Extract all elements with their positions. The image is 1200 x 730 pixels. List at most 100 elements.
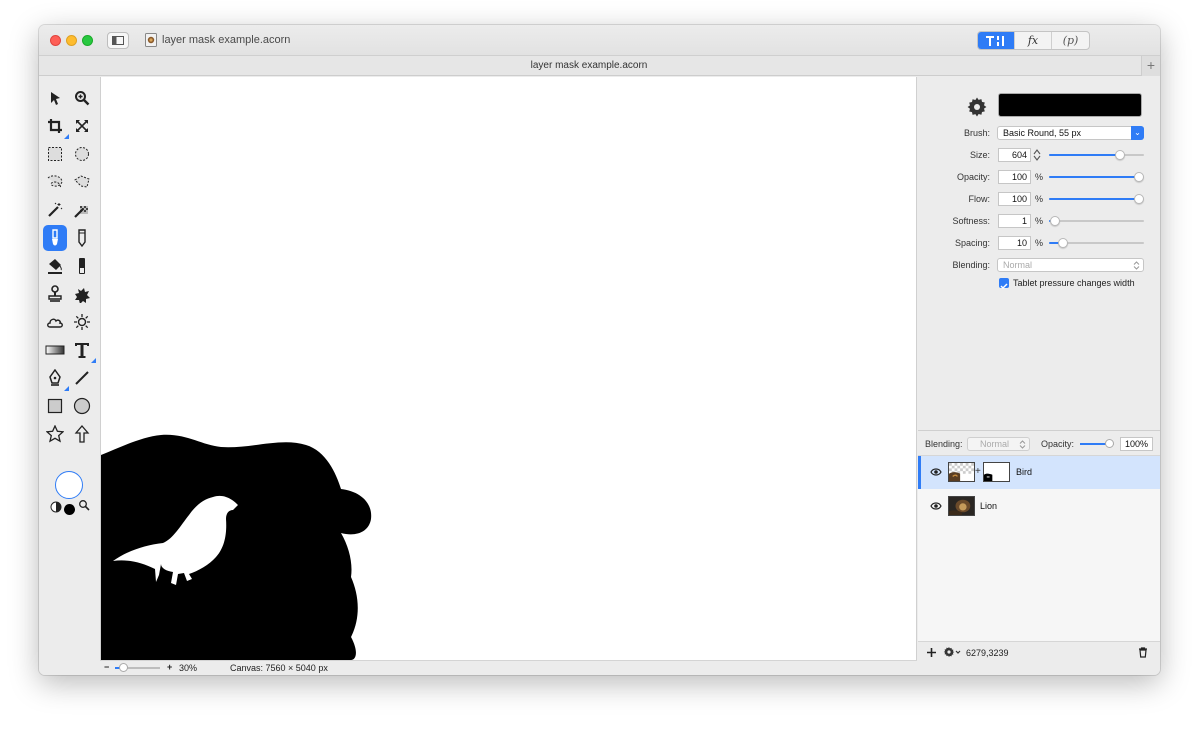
tools-inspector-segment[interactable]: [978, 32, 1015, 49]
layer-opacity-knob[interactable]: [1105, 439, 1114, 448]
tool-palette-icon: [986, 35, 1004, 46]
ellipse-select-tool[interactable]: [71, 143, 93, 165]
layer-mask-thumbnail[interactable]: [983, 462, 1010, 482]
inspector-segmented-control: fx (p): [977, 31, 1090, 50]
magic-wand-tool[interactable]: [44, 199, 66, 221]
title-bar: layer mask example.acorn fx (p): [39, 25, 1160, 56]
line-tool[interactable]: [71, 367, 93, 389]
close-window-button[interactable]: [50, 35, 61, 46]
arrow-shape-tool[interactable]: [71, 423, 93, 445]
rect-select-tool[interactable]: [44, 143, 66, 165]
softness-field[interactable]: 1: [998, 214, 1031, 228]
flow-slider[interactable]: [1049, 194, 1144, 204]
tablet-pressure-checkbox[interactable]: [999, 278, 1009, 290]
flow-label: Flow:: [968, 194, 990, 204]
zoom-window-button[interactable]: [82, 35, 93, 46]
cloud-icon: [47, 318, 63, 328]
square-icon: [47, 398, 63, 414]
zoom-out-button[interactable]: −: [104, 662, 109, 672]
paint-bucket-tool[interactable]: [44, 255, 66, 277]
stroke-color-well[interactable]: [64, 504, 75, 515]
opacity-field[interactable]: 100: [998, 170, 1031, 184]
shapes-cloud-tool[interactable]: [44, 311, 66, 333]
brush-settings-gear-icon[interactable]: [966, 96, 988, 118]
plugins-segment[interactable]: (p): [1052, 32, 1089, 49]
spacing-slider-knob[interactable]: [1057, 238, 1068, 248]
zoom-slider[interactable]: [115, 663, 160, 672]
star-tool[interactable]: [44, 423, 66, 445]
move-tool[interactable]: [44, 87, 66, 109]
spacing-field[interactable]: 10: [998, 236, 1031, 250]
flow-slider-knob[interactable]: [1134, 194, 1144, 204]
document-tab[interactable]: layer mask example.acorn: [39, 60, 1139, 71]
size-slider-knob[interactable]: [1115, 150, 1126, 160]
softness-slider[interactable]: [1049, 216, 1144, 226]
brush-color-well[interactable]: [998, 93, 1142, 117]
spacing-slider[interactable]: [1049, 238, 1144, 248]
layer-blending-select[interactable]: Normal: [967, 437, 1030, 451]
instant-alpha-tool[interactable]: [71, 199, 93, 221]
opacity-slider-knob[interactable]: [1134, 172, 1144, 182]
sun-icon: [74, 314, 90, 330]
minimize-window-button[interactable]: [66, 35, 77, 46]
layer-row-lion[interactable]: Lion: [918, 490, 1160, 523]
sidebar-icon: [112, 36, 124, 45]
eye-icon[interactable]: [930, 467, 942, 477]
tablet-pressure-label: Tablet pressure changes width: [1013, 278, 1135, 288]
brush-inspector: Brush: Basic Round, 55 px ⌄ Size: 604 Op…: [918, 77, 1160, 430]
oval-tool[interactable]: [71, 395, 93, 417]
gradient-tool[interactable]: [44, 339, 66, 361]
softness-slider-knob[interactable]: [1049, 216, 1060, 226]
ellipse-marquee-icon: [75, 147, 89, 161]
layer-opacity-field[interactable]: 100%: [1120, 437, 1153, 451]
smudge-tool[interactable]: [71, 283, 93, 305]
rectangle-marquee-icon: [48, 147, 62, 161]
pencil-tool[interactable]: [71, 227, 93, 249]
polygon-lasso-tool[interactable]: [71, 171, 93, 193]
document-canvas[interactable]: [100, 77, 917, 660]
paint-bucket-icon: [48, 259, 62, 274]
chevron-down-icon: ⌄: [1131, 126, 1144, 140]
trash-icon[interactable]: [1138, 647, 1148, 658]
checkmark-icon: [1000, 283, 1008, 290]
new-tab-button[interactable]: +: [1141, 56, 1160, 76]
layer-row-bird[interactable]: + Bird: [918, 456, 1160, 489]
zoom-level: 30%: [179, 663, 198, 673]
blending-mode-select[interactable]: Normal: [997, 258, 1144, 272]
brush-preset-select[interactable]: Basic Round, 55 px ⌄: [997, 126, 1144, 140]
zoom-tool[interactable]: [71, 87, 93, 109]
eye-icon[interactable]: [930, 501, 942, 511]
layer-opacity-slider[interactable]: [1080, 439, 1114, 448]
zoom-in-button[interactable]: +: [167, 662, 172, 672]
text-tool[interactable]: [71, 339, 96, 363]
rectangle-tool[interactable]: [44, 395, 66, 417]
transform-tool[interactable]: [71, 115, 93, 137]
eraser-tool[interactable]: [71, 255, 93, 277]
add-layer-icon[interactable]: [926, 647, 937, 658]
flow-field[interactable]: 100: [998, 192, 1031, 206]
size-slider[interactable]: [1049, 150, 1144, 160]
brush-tool[interactable]: [43, 225, 67, 251]
opacity-slider[interactable]: [1049, 172, 1144, 182]
blending-label: Blending:: [952, 260, 990, 270]
size-field[interactable]: 604: [998, 148, 1031, 162]
clone-stamp-tool[interactable]: [44, 283, 66, 305]
lasso-tool[interactable]: [44, 171, 66, 193]
size-stepper[interactable]: [1033, 148, 1041, 162]
color-picker-magnifier-icon[interactable]: [78, 499, 90, 511]
sun-burst-tool[interactable]: [71, 311, 93, 333]
layer-actions-gear-icon[interactable]: [943, 646, 961, 658]
mask-link-icon: +: [975, 466, 981, 477]
expand-arrows-icon: [76, 120, 88, 132]
swap-colors-icon[interactable]: [50, 501, 62, 513]
zoom-slider-knob[interactable]: [118, 663, 128, 672]
paintbrush-icon: [52, 229, 58, 246]
sidebar-toggle-button[interactable]: [107, 32, 129, 49]
layer-name: Bird: [1016, 467, 1033, 477]
magnifier-icon: [75, 91, 90, 106]
bezier-pen-tool[interactable]: [44, 367, 69, 391]
filters-segment[interactable]: fx: [1015, 32, 1052, 49]
layers-list: + Bird Lion: [918, 456, 1160, 641]
fill-color-well[interactable]: [55, 471, 83, 499]
crop-tool[interactable]: [44, 115, 69, 139]
